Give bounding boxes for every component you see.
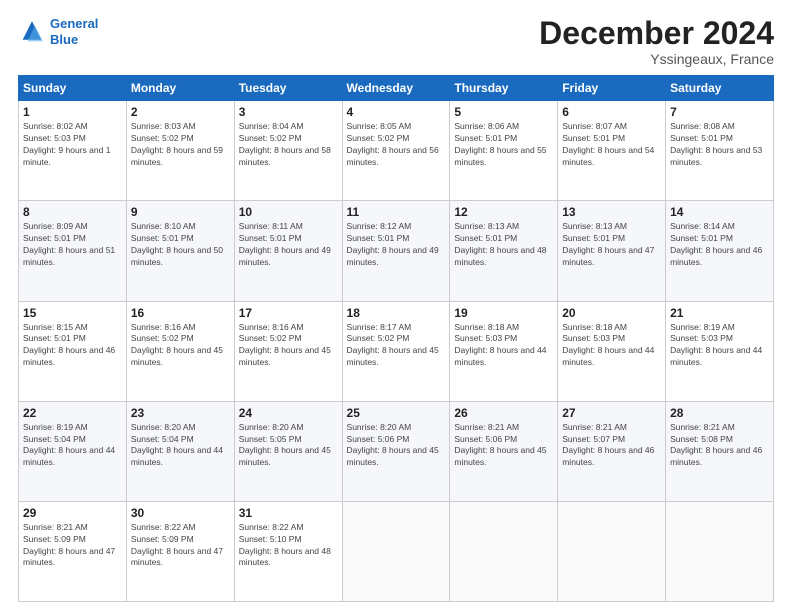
day-cell-6: 6Sunrise: 8:07 AMSunset: 5:01 PMDaylight… xyxy=(558,101,666,201)
week-row-2: 8Sunrise: 8:09 AMSunset: 5:01 PMDaylight… xyxy=(19,201,774,301)
day-cell-20: 20Sunrise: 8:18 AMSunset: 5:03 PMDayligh… xyxy=(558,301,666,401)
header-thursday: Thursday xyxy=(450,76,558,101)
logo-text: General Blue xyxy=(50,16,98,47)
day-cell-4: 4Sunrise: 8:05 AMSunset: 5:02 PMDaylight… xyxy=(342,101,450,201)
calendar-header-row: Sunday Monday Tuesday Wednesday Thursday… xyxy=(19,76,774,101)
day-cell-21: 21Sunrise: 8:19 AMSunset: 5:03 PMDayligh… xyxy=(666,301,774,401)
header-monday: Monday xyxy=(126,76,234,101)
day-cell-15: 15Sunrise: 8:15 AMSunset: 5:01 PMDayligh… xyxy=(19,301,127,401)
header: General Blue December 2024 Yssingeaux, F… xyxy=(18,16,774,67)
day-cell-17: 17Sunrise: 8:16 AMSunset: 5:02 PMDayligh… xyxy=(234,301,342,401)
day-cell-12: 12Sunrise: 8:13 AMSunset: 5:01 PMDayligh… xyxy=(450,201,558,301)
day-cell-25: 25Sunrise: 8:20 AMSunset: 5:06 PMDayligh… xyxy=(342,401,450,501)
month-title: December 2024 xyxy=(539,16,774,51)
header-friday: Friday xyxy=(558,76,666,101)
title-area: December 2024 Yssingeaux, France xyxy=(539,16,774,67)
day-cell-2: 2Sunrise: 8:03 AMSunset: 5:02 PMDaylight… xyxy=(126,101,234,201)
day-cell-8: 8Sunrise: 8:09 AMSunset: 5:01 PMDaylight… xyxy=(19,201,127,301)
day-cell-31: 31Sunrise: 8:22 AMSunset: 5:10 PMDayligh… xyxy=(234,501,342,601)
day-cell-27: 27Sunrise: 8:21 AMSunset: 5:07 PMDayligh… xyxy=(558,401,666,501)
day-cell-30: 30Sunrise: 8:22 AMSunset: 5:09 PMDayligh… xyxy=(126,501,234,601)
day-cell-18: 18Sunrise: 8:17 AMSunset: 5:02 PMDayligh… xyxy=(342,301,450,401)
day-cell-23: 23Sunrise: 8:20 AMSunset: 5:04 PMDayligh… xyxy=(126,401,234,501)
location: Yssingeaux, France xyxy=(539,51,774,67)
day-cell-1: 1Sunrise: 8:02 AMSunset: 5:03 PMDaylight… xyxy=(19,101,127,201)
day-cell-19: 19Sunrise: 8:18 AMSunset: 5:03 PMDayligh… xyxy=(450,301,558,401)
day-cell-5: 5Sunrise: 8:06 AMSunset: 5:01 PMDaylight… xyxy=(450,101,558,201)
header-tuesday: Tuesday xyxy=(234,76,342,101)
calendar-page: General Blue December 2024 Yssingeaux, F… xyxy=(0,0,792,612)
logo-line2: Blue xyxy=(50,32,78,47)
day-cell-26: 26Sunrise: 8:21 AMSunset: 5:06 PMDayligh… xyxy=(450,401,558,501)
day-cell-empty xyxy=(666,501,774,601)
week-row-1: 1Sunrise: 8:02 AMSunset: 5:03 PMDaylight… xyxy=(19,101,774,201)
week-row-3: 15Sunrise: 8:15 AMSunset: 5:01 PMDayligh… xyxy=(19,301,774,401)
day-cell-3: 3Sunrise: 8:04 AMSunset: 5:02 PMDaylight… xyxy=(234,101,342,201)
header-saturday: Saturday xyxy=(666,76,774,101)
header-sunday: Sunday xyxy=(19,76,127,101)
day-cell-13: 13Sunrise: 8:13 AMSunset: 5:01 PMDayligh… xyxy=(558,201,666,301)
logo-icon xyxy=(18,18,46,46)
day-cell-7: 7Sunrise: 8:08 AMSunset: 5:01 PMDaylight… xyxy=(666,101,774,201)
logo-line1: General xyxy=(50,16,98,31)
day-cell-empty xyxy=(450,501,558,601)
logo: General Blue xyxy=(18,16,98,47)
week-row-5: 29Sunrise: 8:21 AMSunset: 5:09 PMDayligh… xyxy=(19,501,774,601)
day-cell-28: 28Sunrise: 8:21 AMSunset: 5:08 PMDayligh… xyxy=(666,401,774,501)
week-row-4: 22Sunrise: 8:19 AMSunset: 5:04 PMDayligh… xyxy=(19,401,774,501)
day-cell-empty xyxy=(558,501,666,601)
day-cell-9: 9Sunrise: 8:10 AMSunset: 5:01 PMDaylight… xyxy=(126,201,234,301)
calendar-table: Sunday Monday Tuesday Wednesday Thursday… xyxy=(18,75,774,602)
header-wednesday: Wednesday xyxy=(342,76,450,101)
day-cell-22: 22Sunrise: 8:19 AMSunset: 5:04 PMDayligh… xyxy=(19,401,127,501)
day-cell-24: 24Sunrise: 8:20 AMSunset: 5:05 PMDayligh… xyxy=(234,401,342,501)
day-cell-10: 10Sunrise: 8:11 AMSunset: 5:01 PMDayligh… xyxy=(234,201,342,301)
day-cell-29: 29Sunrise: 8:21 AMSunset: 5:09 PMDayligh… xyxy=(19,501,127,601)
day-cell-14: 14Sunrise: 8:14 AMSunset: 5:01 PMDayligh… xyxy=(666,201,774,301)
day-cell-11: 11Sunrise: 8:12 AMSunset: 5:01 PMDayligh… xyxy=(342,201,450,301)
day-cell-empty xyxy=(342,501,450,601)
day-cell-16: 16Sunrise: 8:16 AMSunset: 5:02 PMDayligh… xyxy=(126,301,234,401)
